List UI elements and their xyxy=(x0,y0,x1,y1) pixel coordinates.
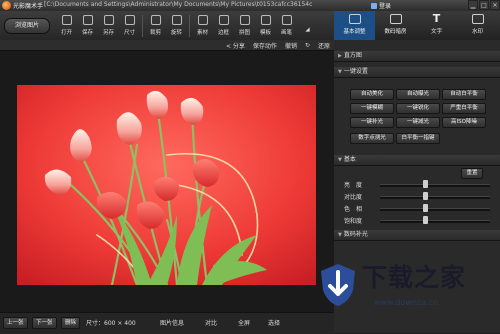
right-tabs: 基本调整 数码暗房 T 文字 水印 xyxy=(334,11,500,41)
maximize-button[interactable]: □ xyxy=(479,0,489,10)
toolbar-divider xyxy=(142,15,143,37)
next-button[interactable]: 下一张 xyxy=(32,317,57,329)
open-tool[interactable]: 打开 xyxy=(56,13,77,39)
collage-icon xyxy=(239,15,250,25)
frame-icon xyxy=(218,15,229,25)
slider-knob[interactable] xyxy=(423,180,428,188)
shield-logo-icon xyxy=(321,264,355,306)
tab-text[interactable]: T 文字 xyxy=(416,11,457,40)
share-button[interactable]: < 分享 xyxy=(226,41,245,50)
one-click-buttons: 自动美化 自动曝光 自动白平衡 一键模糊 一键锐化 严重白平衡 一键补光 一键减… xyxy=(334,78,500,144)
auto-exposure-button[interactable]: 自动曝光 xyxy=(396,89,440,100)
one-click-section[interactable]: ▼ 一键设置 xyxy=(334,67,500,78)
tab-basic-adjust[interactable]: 基本调整 xyxy=(334,11,375,40)
crop-tool[interactable]: 裁剪 xyxy=(145,13,166,39)
save-tool[interactable]: 保存 xyxy=(77,13,98,39)
save-action-button[interactable]: 保存动作 xyxy=(253,41,277,50)
brightness-slider[interactable]: 亮 度 xyxy=(334,178,500,190)
user-icon xyxy=(371,2,377,9)
site-watermark: 下载之家 www.downza.cn xyxy=(318,256,498,330)
slider-knob[interactable] xyxy=(423,204,428,212)
collage-tool[interactable]: 拼图 xyxy=(234,13,255,39)
saturation-slider[interactable]: 饱和度 xyxy=(334,214,500,226)
white-balance-finger-button[interactable]: 白平衡一指键 xyxy=(396,133,440,144)
hue-slider[interactable]: 色 相 xyxy=(334,202,500,214)
watermark-text: 下载之家 xyxy=(362,263,467,292)
tulip-photo xyxy=(17,85,316,285)
file-path: [C:\Documents and Settings\Administrator… xyxy=(44,1,313,8)
redo-button[interactable]: ↻ xyxy=(305,42,310,49)
image-info-button[interactable]: 图片信息 xyxy=(160,318,184,327)
slider-knob[interactable] xyxy=(423,192,428,200)
size-tool[interactable]: 尺寸 xyxy=(119,13,140,39)
one-click-blur-button[interactable]: 一键模糊 xyxy=(350,103,394,114)
save-icon xyxy=(82,15,93,25)
undo-button[interactable]: 撤销 xyxy=(285,41,297,50)
adjust-icon xyxy=(348,14,361,24)
auto-beautify-button[interactable]: 自动美化 xyxy=(350,89,394,100)
rotate-tool[interactable]: 旋转 xyxy=(166,13,187,39)
app-logo-icon xyxy=(2,1,11,10)
template-tool[interactable]: 模板 xyxy=(255,13,276,39)
template-icon xyxy=(260,15,271,25)
more-tools-button[interactable]: ◢ xyxy=(297,13,318,39)
login-label: 登录 xyxy=(379,3,392,10)
brush-icon xyxy=(281,15,292,25)
camera-icon xyxy=(389,14,402,24)
restore-button[interactable]: 还原 xyxy=(318,41,330,50)
severe-white-balance-button[interactable]: 严重白平衡 xyxy=(442,103,486,114)
one-click-sharpen-button[interactable]: 一键锐化 xyxy=(396,103,440,114)
minimize-button[interactable]: ▁ xyxy=(468,0,478,10)
select-button[interactable]: 选择 xyxy=(268,318,280,327)
previous-button[interactable]: 上一张 xyxy=(3,317,28,329)
save-as-tool[interactable]: 另存 xyxy=(98,13,119,39)
login-link[interactable]: 登录 xyxy=(371,1,391,10)
tab-darkroom[interactable]: 数码暗房 xyxy=(375,11,416,40)
material-tool[interactable]: 素材 xyxy=(192,13,213,39)
fullscreen-button[interactable]: 全屏 xyxy=(238,318,250,327)
image-canvas[interactable] xyxy=(0,51,334,312)
crop-icon xyxy=(150,15,161,25)
slider-knob[interactable] xyxy=(423,216,428,224)
contrast-slider[interactable]: 对比度 xyxy=(334,190,500,202)
image-size: 尺寸：600 × 400 xyxy=(86,320,136,327)
app-title: 光影魔术手 xyxy=(13,3,44,10)
fill-light-button[interactable]: 一键补光 xyxy=(350,117,394,128)
main-toolbar: 浏览图片 打开 保存 另存 尺寸 裁剪 旋转 素材 边框 拼图 模板 画笔 ◢ xyxy=(0,11,334,41)
watermark-url: www.downza.cn xyxy=(374,298,439,307)
tool-group: 打开 保存 另存 尺寸 裁剪 旋转 素材 边框 拼图 模板 画笔 ◢ xyxy=(56,13,318,39)
histogram-section[interactable]: ▶ 直方图 xyxy=(334,51,500,62)
high-iso-denoise-button[interactable]: 高ISO降噪 xyxy=(442,117,486,128)
status-bar: 上一张 下一张 删除 尺寸：600 × 400 图片信息 对比 全屏 选择 xyxy=(0,312,334,334)
compare-button[interactable]: 对比 xyxy=(205,318,217,327)
brush-tool[interactable]: 画笔 xyxy=(276,13,297,39)
folder-icon xyxy=(61,15,72,25)
text-icon: T xyxy=(432,12,441,25)
basic-section[interactable]: ▼ 基本 xyxy=(334,155,500,166)
tab-watermark[interactable]: 水印 xyxy=(457,11,498,40)
save-as-icon xyxy=(103,15,114,25)
close-button[interactable]: ✕ xyxy=(490,0,500,10)
rotate-icon xyxy=(171,15,182,25)
resize-icon xyxy=(124,15,135,25)
material-icon xyxy=(197,15,208,25)
frame-tool[interactable]: 边框 xyxy=(213,13,234,39)
action-bar: < 分享 保存动作 撤销 ↻ 还原 xyxy=(0,40,334,51)
spot-metering-button[interactable]: 数字点测光 xyxy=(350,133,394,144)
auto-white-balance-button[interactable]: 自动白平衡 xyxy=(442,89,486,100)
digital-fill-light-section[interactable]: ▼ 数码补光 xyxy=(334,230,500,241)
toolbar-divider xyxy=(189,15,190,37)
browse-images-button[interactable]: 浏览图片 xyxy=(4,18,50,34)
reduce-light-button[interactable]: 一键减光 xyxy=(396,117,440,128)
delete-button[interactable]: 删除 xyxy=(61,317,81,329)
watermark-icon xyxy=(471,14,484,24)
